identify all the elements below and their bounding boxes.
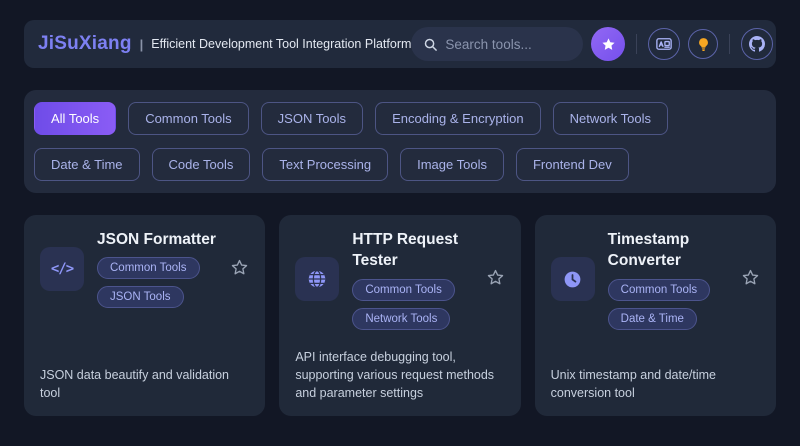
favorite-star-icon[interactable] — [230, 258, 249, 280]
logo-divider: | — [140, 37, 144, 52]
search-input[interactable] — [445, 37, 573, 52]
card-title: Timestamp Converter — [608, 229, 728, 272]
card-title-block: Timestamp Converter Common Tools Date & … — [608, 229, 728, 330]
filter-chip-frontend-dev[interactable]: Frontend Dev — [516, 148, 629, 181]
header-bar: JiSuXiang | Efficient Development Tool I… — [24, 20, 776, 68]
filter-chip-code-tools[interactable]: Code Tools — [152, 148, 251, 181]
tool-card-json-formatter[interactable]: </> JSON Formatter Common Tools JSON Too… — [24, 215, 265, 416]
tag-badge: Common Tools — [97, 257, 200, 279]
card-header: HTTP Request Tester Common Tools Network… — [295, 229, 504, 330]
app-tagline: Efficient Development Tool Integration P… — [151, 37, 411, 51]
search-icon — [423, 37, 438, 52]
filter-chip-json-tools[interactable]: JSON Tools — [261, 102, 363, 135]
filter-chip-common-tools[interactable]: Common Tools — [128, 102, 248, 135]
filter-chip-image-tools[interactable]: Image Tools — [400, 148, 504, 181]
card-title: JSON Formatter — [97, 229, 217, 250]
tool-card-timestamp-converter[interactable]: Timestamp Converter Common Tools Date & … — [535, 215, 776, 416]
favorite-star-icon[interactable] — [741, 268, 760, 290]
card-description: API interface debugging tool, supporting… — [295, 348, 504, 402]
search-box[interactable] — [411, 27, 583, 61]
card-description: Unix timestamp and date/time conversion … — [551, 366, 760, 402]
card-header: Timestamp Converter Common Tools Date & … — [551, 229, 760, 330]
tag-badge: JSON Tools — [97, 286, 184, 308]
card-tags: Common Tools Date & Time — [608, 279, 728, 330]
translate-icon — [655, 35, 673, 53]
tag-badge: Common Tools — [608, 279, 711, 301]
clock-icon — [551, 257, 595, 301]
category-filter-bar: All Tools Common Tools JSON Tools Encodi… — [24, 90, 776, 193]
code-glyph: </> — [51, 261, 73, 277]
tool-card-grid: </> JSON Formatter Common Tools JSON Too… — [24, 215, 776, 416]
card-title: HTTP Request Tester — [352, 229, 472, 272]
filter-chip-encoding-encryption[interactable]: Encoding & Encryption — [375, 102, 541, 135]
tag-badge: Network Tools — [352, 308, 450, 330]
filter-chip-network-tools[interactable]: Network Tools — [553, 102, 668, 135]
card-title-block: JSON Formatter Common Tools JSON Tools — [97, 229, 217, 308]
card-description: JSON data beautify and validation tool — [40, 366, 249, 402]
github-icon — [749, 36, 765, 52]
language-button[interactable] — [648, 28, 680, 60]
app-logo: JiSuXiang — [38, 33, 132, 55]
tag-badge: Date & Time — [608, 308, 697, 330]
globe-icon — [295, 257, 339, 301]
card-title-block: HTTP Request Tester Common Tools Network… — [352, 229, 472, 330]
filter-chip-all-tools[interactable]: All Tools — [34, 102, 116, 135]
github-button[interactable] — [741, 28, 773, 60]
favorites-button[interactable] — [591, 27, 625, 61]
favorite-star-icon[interactable] — [486, 268, 505, 290]
header-separator — [729, 34, 730, 54]
card-tags: Common Tools Network Tools — [352, 279, 472, 330]
card-tags: Common Tools JSON Tools — [97, 257, 217, 308]
card-header: </> JSON Formatter Common Tools JSON Too… — [40, 229, 249, 308]
lightbulb-icon — [696, 37, 711, 52]
tag-badge: Common Tools — [352, 279, 455, 301]
header-separator — [636, 34, 637, 54]
tool-card-http-request-tester[interactable]: HTTP Request Tester Common Tools Network… — [279, 215, 520, 416]
filter-chip-date-time[interactable]: Date & Time — [34, 148, 140, 181]
code-icon: </> — [40, 247, 84, 291]
theme-button[interactable] — [688, 29, 718, 59]
header-actions — [411, 27, 773, 61]
filter-chip-text-processing[interactable]: Text Processing — [262, 148, 388, 181]
star-icon — [601, 37, 616, 52]
